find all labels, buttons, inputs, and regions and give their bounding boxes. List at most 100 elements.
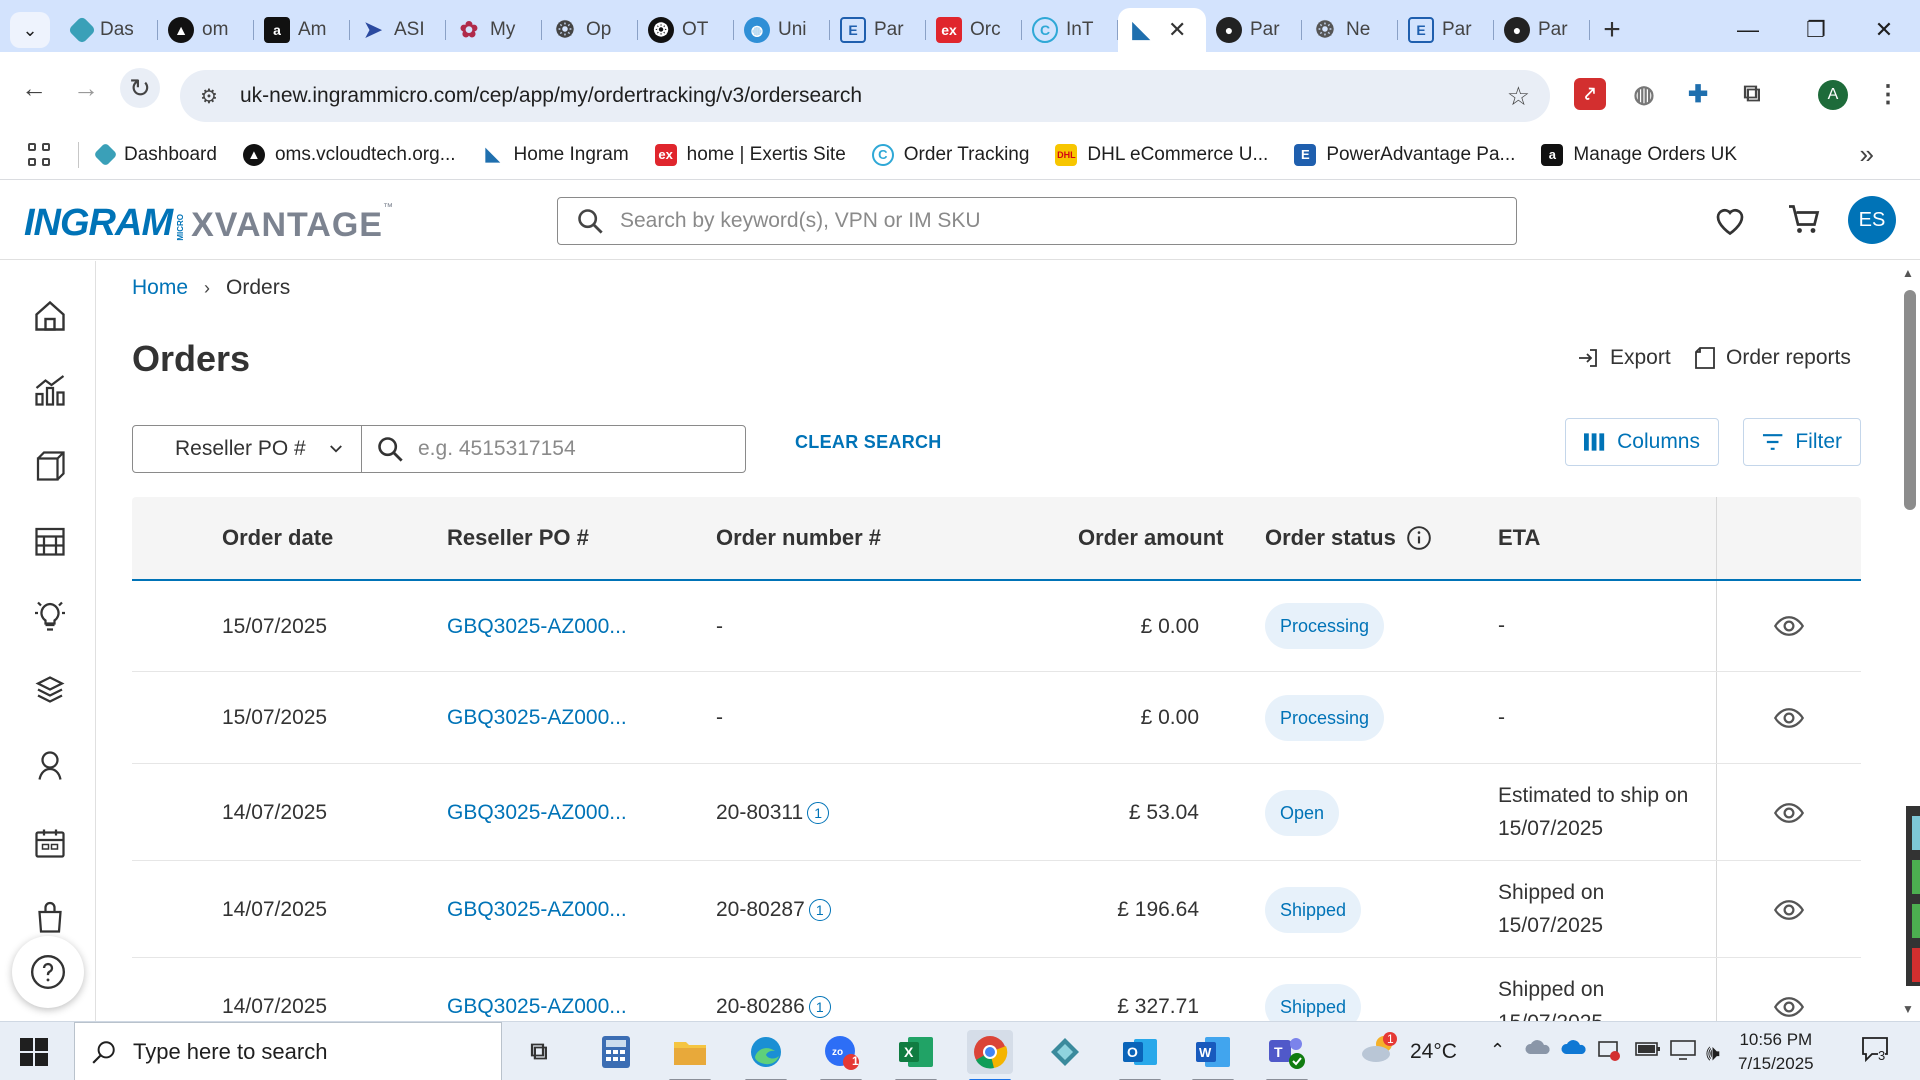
- outlook-icon[interactable]: O: [1117, 1030, 1163, 1080]
- browser-profile-avatar[interactable]: A: [1818, 80, 1848, 110]
- filter-button[interactable]: Filter: [1743, 418, 1861, 466]
- network-warning-icon[interactable]: [1597, 1040, 1621, 1067]
- layers-hand-icon[interactable]: [30, 671, 70, 711]
- forward-arrow-icon[interactable]: →: [66, 68, 106, 108]
- volume-icon[interactable]: 🕪: [1706, 1040, 1720, 1066]
- export-button[interactable]: Export: [1576, 346, 1671, 370]
- browser-tab[interactable]: ● Par: [1494, 8, 1590, 52]
- tab-search-button[interactable]: ⌄: [10, 12, 50, 48]
- table-row[interactable]: 15/07/2025 GBQ3025-AZ000... - £ 0.00 Pro…: [132, 672, 1861, 764]
- system-clock[interactable]: 10:56 PM 7/15/2025: [1738, 1028, 1814, 1076]
- browser-tab[interactable]: ❂ Op: [542, 8, 638, 52]
- weather-icon[interactable]: 1: [1360, 1032, 1398, 1071]
- word-icon[interactable]: W: [1190, 1030, 1236, 1080]
- view-eye-icon[interactable]: [1772, 895, 1806, 925]
- onedrive-icon[interactable]: [1560, 1036, 1588, 1061]
- reseller-po-link[interactable]: GBQ3025-AZ000...: [447, 615, 627, 639]
- globe-extension-icon[interactable]: ◍: [1628, 78, 1660, 110]
- bookmark-item[interactable]: ex home | Exertis Site: [654, 143, 846, 166]
- reseller-po-link[interactable]: GBQ3025-AZ000...: [447, 801, 627, 825]
- browser-tab[interactable]: E Par: [1398, 8, 1494, 52]
- notifications-icon[interactable]: 3: [1860, 1034, 1890, 1069]
- column-header-order-number[interactable]: Order number #: [716, 525, 881, 551]
- kebab-menu-icon[interactable]: ⋮: [1872, 78, 1904, 110]
- new-tab-button[interactable]: +: [1590, 8, 1634, 52]
- temperature-text[interactable]: 24°C: [1410, 1040, 1457, 1064]
- more-bookmarks-icon[interactable]: »: [1860, 139, 1874, 170]
- network-extension-icon[interactable]: ✚: [1682, 78, 1714, 110]
- column-header-eta[interactable]: ETA: [1498, 525, 1540, 551]
- table-row[interactable]: 14/07/2025 GBQ3025-AZ000... 20-80287 1 £ …: [132, 861, 1861, 958]
- minimize-icon[interactable]: —: [1714, 0, 1782, 60]
- heart-icon[interactable]: [1712, 202, 1748, 238]
- bookmark-item[interactable]: C Order Tracking: [871, 143, 1029, 166]
- browser-tab[interactable]: ❂ Ne: [1302, 8, 1398, 52]
- breadcrumb-home-link[interactable]: Home: [132, 276, 188, 300]
- chrome-icon[interactable]: [967, 1030, 1013, 1080]
- restore-icon[interactable]: ❐: [1782, 0, 1850, 60]
- bookmark-item[interactable]: ◣ Home Ingram: [482, 144, 629, 166]
- browser-tab[interactable]: Das: [62, 8, 158, 52]
- info-icon[interactable]: [1406, 525, 1432, 551]
- calendar-icon[interactable]: [30, 823, 70, 863]
- back-arrow-icon[interactable]: ←: [14, 68, 54, 108]
- reseller-po-link[interactable]: GBQ3025-AZ000...: [447, 898, 627, 922]
- browser-tab-active[interactable]: ◣ ✕: [1118, 8, 1206, 52]
- browser-tab[interactable]: ● Par: [1206, 8, 1302, 52]
- calculator-icon[interactable]: [593, 1030, 639, 1074]
- table-row[interactable]: 15/07/2025 GBQ3025-AZ000... - £ 0.00 Pro…: [132, 581, 1861, 672]
- browser-tab[interactable]: ✿ My: [446, 8, 542, 52]
- column-header-order-date[interactable]: Order date: [222, 525, 333, 551]
- browser-tab[interactable]: ➤ ASI: [350, 8, 446, 52]
- windows-start-icon[interactable]: [20, 1038, 48, 1066]
- battery-icon[interactable]: [1635, 1040, 1661, 1063]
- order-info-icon[interactable]: 1: [807, 802, 830, 825]
- bookmark-item[interactable]: Dashboard: [93, 142, 217, 167]
- bookmark-item[interactable]: a Manage Orders UK: [1541, 143, 1737, 166]
- onedrive-grey-icon[interactable]: [1524, 1036, 1552, 1061]
- table-row[interactable]: 14/07/2025 GBQ3025-AZ000... 20-80311 1 £ …: [132, 764, 1861, 861]
- box-icon[interactable]: [30, 446, 70, 486]
- bookmark-star-icon[interactable]: ☆: [1507, 81, 1530, 112]
- teams-icon[interactable]: T: [1264, 1030, 1310, 1080]
- column-header-reseller-po[interactable]: Reseller PO #: [447, 525, 589, 551]
- po-search-input[interactable]: [418, 437, 718, 461]
- cart-icon[interactable]: [1786, 202, 1822, 238]
- scroll-up-arrow-icon[interactable]: ▲: [1902, 266, 1914, 280]
- view-eye-icon[interactable]: [1772, 798, 1806, 828]
- order-reports-button[interactable]: Order reports: [1694, 346, 1851, 370]
- browser-tab[interactable]: C InT: [1022, 8, 1118, 52]
- reload-icon[interactable]: ↻: [120, 68, 160, 108]
- search-field-select[interactable]: Reseller PO #: [132, 425, 362, 473]
- user-avatar[interactable]: ES: [1848, 196, 1896, 244]
- product-search-input[interactable]: [620, 209, 1480, 233]
- bookmark-item[interactable]: DHL DHL eCommerce U...: [1055, 143, 1268, 166]
- browser-tab[interactable]: ▲ om: [158, 8, 254, 52]
- ingram-xvantage-logo[interactable]: INGRAM MICRO XVANTAGE ™: [24, 202, 393, 245]
- zoom-icon[interactable]: zo 1: [818, 1030, 864, 1080]
- browser-tab[interactable]: ex Orc: [926, 8, 1022, 52]
- close-window-icon[interactable]: ✕: [1850, 0, 1918, 60]
- extensions-puzzle-icon[interactable]: ⧉: [1736, 78, 1768, 110]
- pdf-extension-icon[interactable]: ⤤: [1574, 78, 1606, 110]
- display-network-icon[interactable]: [1670, 1040, 1696, 1065]
- lightbulb-icon[interactable]: [30, 596, 70, 636]
- browser-tab[interactable]: ❂ OT: [638, 8, 734, 52]
- diamond-app-icon[interactable]: [1042, 1030, 1088, 1074]
- bookmark-item[interactable]: E PowerAdvantage Pa...: [1294, 143, 1515, 166]
- order-info-icon[interactable]: 1: [808, 899, 831, 922]
- browser-tab[interactable]: ◍ Uni: [734, 8, 830, 52]
- column-header-order-status[interactable]: Order status: [1265, 525, 1432, 551]
- file-explorer-icon[interactable]: [667, 1030, 713, 1080]
- scroll-down-arrow-icon[interactable]: ▼: [1902, 1002, 1914, 1016]
- bookmark-item[interactable]: ▲ oms.vcloudtech.org...: [242, 143, 456, 166]
- chevron-up-icon[interactable]: ⌃: [1490, 1040, 1505, 1061]
- site-info-icon[interactable]: ⚙: [184, 71, 234, 121]
- analytics-chart-icon[interactable]: [30, 371, 70, 411]
- shopping-bag-icon[interactable]: [30, 898, 70, 938]
- apps-grid-icon[interactable]: [28, 142, 52, 167]
- edge-browser-icon[interactable]: [743, 1030, 789, 1080]
- view-eye-icon[interactable]: [1772, 992, 1806, 1022]
- help-button[interactable]: [12, 936, 84, 1008]
- clear-search-button[interactable]: CLEAR SEARCH: [795, 432, 942, 453]
